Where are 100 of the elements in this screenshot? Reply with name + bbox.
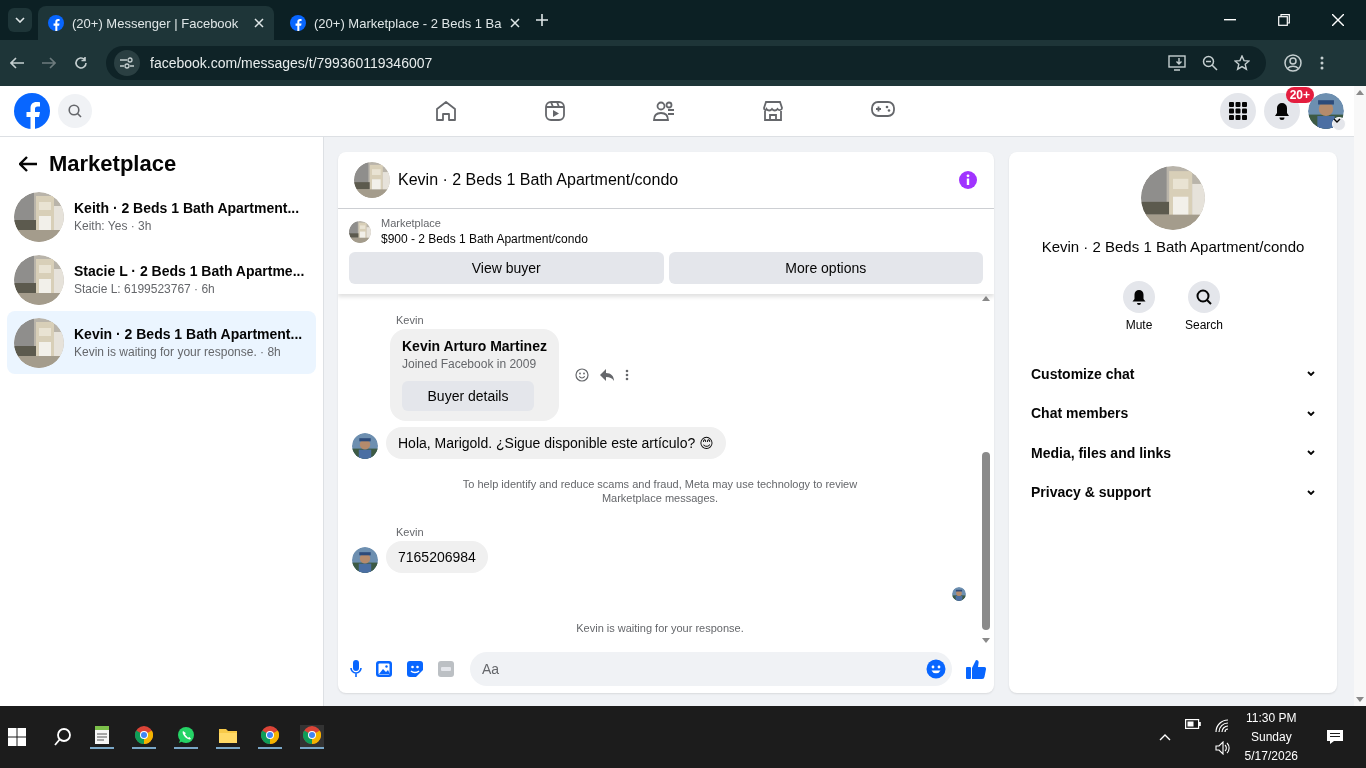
conversation-title: Kevin · 2 Beds 1 Bath Apartment... xyxy=(74,326,303,342)
close-icon[interactable] xyxy=(254,18,264,28)
message-bubble: Hola, Marigold. ¿Sigue disponible este artículo? 😊 xyxy=(386,427,726,459)
back-arrow-icon[interactable] xyxy=(19,156,37,172)
chevron-up-icon[interactable] xyxy=(1158,733,1171,741)
search-button[interactable] xyxy=(58,94,92,128)
chevron-down-icon xyxy=(1307,410,1315,416)
chrome-app-button[interactable] xyxy=(258,725,282,749)
emoji-icon[interactable] xyxy=(926,659,946,679)
search-icon xyxy=(68,104,82,118)
profile-icon[interactable] xyxy=(1284,54,1302,72)
browser-tab[interactable]: (20+) Marketplace - 2 Beds 1 Ba xyxy=(280,6,530,40)
action-button[interactable]: View buyer xyxy=(349,252,664,284)
conversation-preview: Kevin is waiting for your response. · 8h xyxy=(74,345,282,359)
search-icon xyxy=(1196,289,1212,305)
notepad-icon xyxy=(94,726,110,744)
listing-title: $900 - 2 Beds 1 Bath Apartment/condo xyxy=(381,232,588,246)
reload-icon[interactable] xyxy=(74,56,88,70)
info-icon[interactable] xyxy=(958,170,978,190)
reply-icon[interactable] xyxy=(598,368,615,382)
facebook-logo-icon xyxy=(48,15,64,31)
browser-tab[interactable]: (20+) Messenger | Facebook xyxy=(38,6,274,40)
chat-bubble-icon xyxy=(177,726,195,744)
buyer-details-button[interactable]: Buyer details xyxy=(402,381,534,411)
menu-button[interactable] xyxy=(1220,93,1256,129)
install-app-icon[interactable] xyxy=(1168,55,1186,71)
bell-icon xyxy=(1274,102,1290,120)
battery-icon[interactable] xyxy=(1184,719,1201,729)
sidebar-title: Marketplace xyxy=(49,151,177,177)
clock-time[interactable]: 11:30 PM xyxy=(1244,708,1298,728)
smiley-icon[interactable] xyxy=(574,368,589,382)
search-icon[interactable] xyxy=(54,728,72,746)
forward-icon[interactable] xyxy=(42,57,56,69)
scrollbar-thumb[interactable] xyxy=(982,452,990,630)
gamepad-icon[interactable] xyxy=(871,100,895,118)
sender-name: Kevin xyxy=(396,314,425,326)
section-toggle[interactable]: Media, files and links xyxy=(1023,433,1323,473)
facebook-logo-icon xyxy=(290,15,306,31)
microphone-icon[interactable] xyxy=(350,660,362,678)
conversation-item[interactable]: Kevin · 2 Beds 1 Bath Apartment... Kevin is waiting for your response. · 8h xyxy=(7,311,316,374)
windows-start-icon[interactable] xyxy=(8,728,26,746)
scroll-up-icon[interactable] xyxy=(1356,90,1364,95)
whatsapp-app-button[interactable] xyxy=(174,725,198,749)
conversation-item[interactable]: Stacie L · 2 Beds 1 Bath Apartme... Stacie L: 6199523767 · 6h xyxy=(7,248,316,311)
more-icon[interactable] xyxy=(1320,56,1324,70)
profile-name: Kevin Arturo Martinez xyxy=(402,338,547,354)
site-settings-button[interactable] xyxy=(114,50,140,76)
clock-date[interactable]: 5/17/2026 xyxy=(1244,746,1298,766)
thumbs-up-icon[interactable] xyxy=(966,659,986,679)
chevron-down-icon xyxy=(1307,371,1315,377)
video-icon[interactable] xyxy=(544,100,566,122)
chrome-app-button[interactable] xyxy=(132,725,156,749)
store-icon[interactable] xyxy=(762,100,784,122)
speaker-icon[interactable] xyxy=(1214,741,1231,755)
chevron-down-icon xyxy=(1333,118,1341,123)
listing-label: Marketplace xyxy=(381,217,442,229)
zoom-out-icon[interactable] xyxy=(1202,55,1218,71)
bell-icon xyxy=(1132,289,1146,305)
chevron-down-icon xyxy=(1307,450,1315,456)
star-icon[interactable] xyxy=(1234,55,1250,71)
conversation-preview: Stacie L: 6199523767 · 6h xyxy=(74,282,216,296)
folder-icon xyxy=(219,727,237,743)
chrome-app-button[interactable] xyxy=(300,725,324,749)
conversation-title: Stacie L · 2 Beds 1 Bath Apartme... xyxy=(74,263,305,279)
people-icon[interactable] xyxy=(653,100,675,122)
wifi-icon[interactable] xyxy=(1214,719,1229,733)
scroll-down-icon[interactable] xyxy=(1356,697,1364,702)
new-tab-icon[interactable] xyxy=(535,14,548,26)
chrome-icon xyxy=(261,726,279,744)
home-icon[interactable] xyxy=(435,100,457,122)
section-toggle[interactable]: Chat members xyxy=(1023,393,1323,433)
scroll-down-icon[interactable] xyxy=(982,638,990,643)
sticker-icon[interactable] xyxy=(406,660,424,678)
notification-badge: 20+ xyxy=(1285,87,1314,103)
account-menu-button[interactable] xyxy=(1332,117,1346,131)
back-icon[interactable] xyxy=(10,57,24,69)
more-icon[interactable] xyxy=(624,369,629,381)
notepad-app-button[interactable] xyxy=(90,725,114,749)
section-toggle[interactable]: Customize chat xyxy=(1023,354,1323,394)
profile-subtitle: Joined Facebook in 2009 xyxy=(402,357,538,371)
conversation-preview: Keith: Yes · 3h xyxy=(74,219,153,233)
action-button[interactable]: More options xyxy=(668,252,983,284)
chrome-icon xyxy=(135,726,153,744)
notifications-icon[interactable] xyxy=(1326,729,1344,745)
scroll-up-icon[interactable] xyxy=(982,296,990,301)
conversation-name: Kevin · 2 Beds 1 Bath Apartment/condo xyxy=(1041,238,1305,255)
system-notice: To help identify and reduce scams and fraud, Meta may use technology to review Marketplace messages. xyxy=(461,477,859,506)
facebook-logo-icon[interactable] xyxy=(14,93,50,129)
conversation-title: Keith · 2 Beds 1 Bath Apartment... xyxy=(74,200,300,216)
minimize-icon[interactable] xyxy=(1224,19,1236,21)
section-toggle[interactable]: Privacy & support xyxy=(1023,472,1323,512)
clock-day[interactable]: Sunday xyxy=(1244,727,1298,747)
conversation-item[interactable]: Keith · 2 Beds 1 Bath Apartment... Keith: Yes · 3h xyxy=(7,185,316,248)
close-icon[interactable] xyxy=(509,18,520,28)
tab-list-button[interactable] xyxy=(8,8,32,32)
restore-icon[interactable] xyxy=(1278,14,1290,26)
sliders-icon xyxy=(120,57,134,69)
photo-icon[interactable] xyxy=(376,661,392,677)
message-field[interactable]: Aa xyxy=(470,652,952,686)
system-notice: Kevin is waiting for your response. xyxy=(575,620,745,635)
